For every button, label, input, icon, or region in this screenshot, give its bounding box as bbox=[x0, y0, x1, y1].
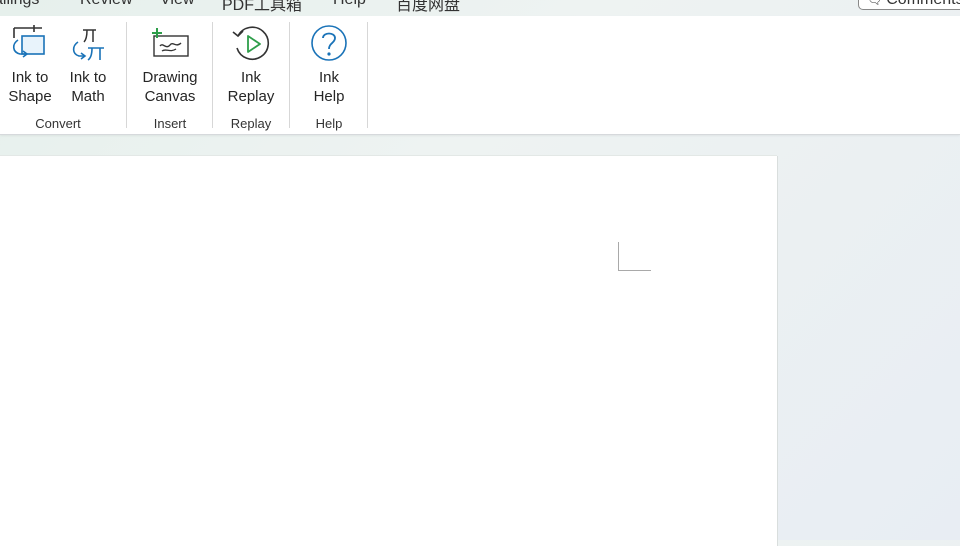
ink-to-math-button[interactable]: Ink to Math bbox=[61, 24, 115, 106]
group-label-replay: Replay bbox=[230, 116, 272, 131]
ink-to-shape-label: Ink to Shape bbox=[8, 69, 52, 105]
ink-replay-label: Ink Replay bbox=[227, 69, 275, 105]
margin-corner-mark bbox=[618, 242, 651, 271]
comments-button-label: Comments bbox=[886, 0, 960, 8]
tab-mailings[interactable]: ailings bbox=[0, 0, 39, 9]
ink-to-math-label: Ink to Math bbox=[69, 69, 107, 105]
ink-replay-icon bbox=[232, 26, 270, 61]
group-separator bbox=[289, 22, 290, 128]
ribbon-tab-strip: ailings Review View PDF工具箱 Help 百度网盘 🗨Co… bbox=[0, 0, 960, 16]
comment-icon: 🗨 bbox=[867, 0, 883, 7]
tab-view[interactable]: View bbox=[160, 0, 194, 9]
ink-help-label: Ink Help bbox=[313, 69, 345, 105]
group-separator bbox=[367, 22, 368, 128]
tab-baidu-netdisk[interactable]: 百度网盘 bbox=[396, 0, 460, 15]
ink-to-shape-button[interactable]: Ink to Shape bbox=[2, 24, 58, 106]
group-separator bbox=[212, 22, 213, 128]
group-separator bbox=[126, 22, 127, 128]
comments-button[interactable]: 🗨Comments bbox=[858, 0, 960, 10]
help-icon bbox=[311, 25, 347, 61]
draw-ribbon: Ink to Shape Ink to Math Drawing Canvas … bbox=[0, 16, 960, 135]
ink-help-button[interactable]: Ink Help bbox=[300, 24, 358, 106]
tab-review[interactable]: Review bbox=[80, 0, 132, 9]
tab-pdf-toolbox[interactable]: PDF工具箱 bbox=[222, 0, 302, 15]
ink-to-shape-icon bbox=[12, 25, 45, 58]
group-label-insert: Insert bbox=[153, 116, 187, 131]
group-label-help: Help bbox=[315, 116, 343, 131]
document-page[interactable] bbox=[0, 156, 777, 546]
drawing-canvas-label: Drawing Canvas bbox=[142, 69, 198, 105]
tab-help[interactable]: Help bbox=[333, 0, 366, 9]
drawing-canvas-button[interactable]: Drawing Canvas bbox=[134, 24, 206, 106]
ink-replay-button[interactable]: Ink Replay bbox=[222, 24, 280, 106]
drawing-canvas-icon bbox=[152, 28, 189, 57]
group-label-convert: Convert bbox=[35, 116, 81, 131]
ink-to-math-icon bbox=[72, 29, 104, 61]
